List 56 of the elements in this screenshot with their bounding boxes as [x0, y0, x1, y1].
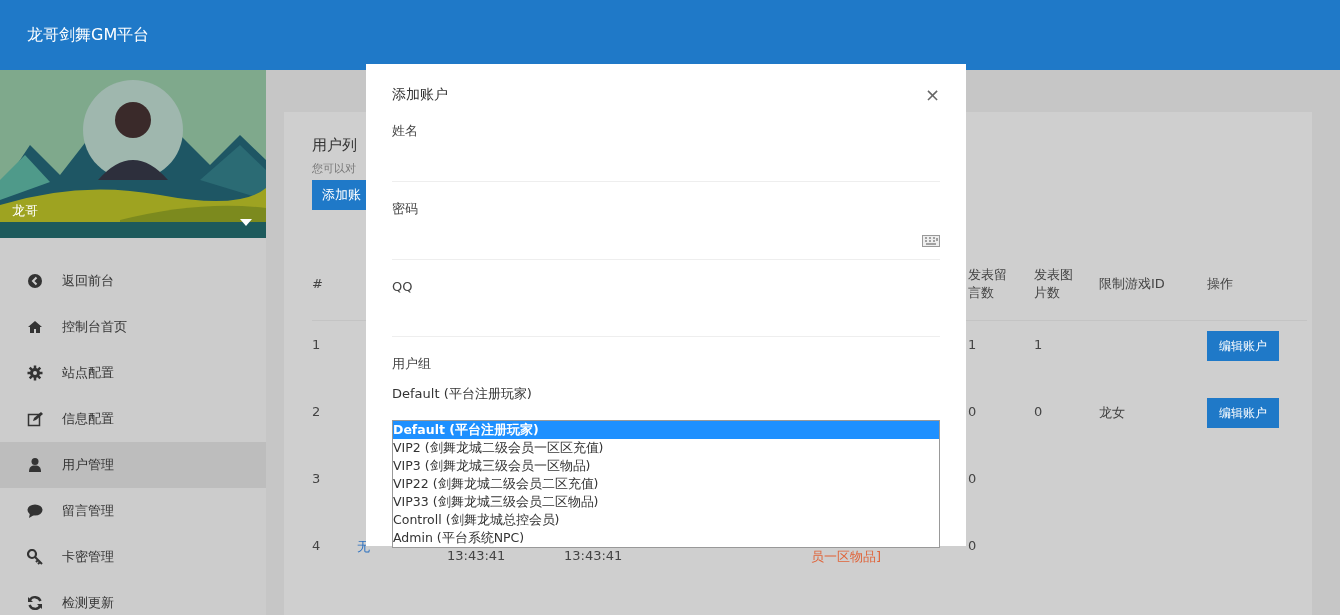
panel-title: 用户列 — [312, 136, 358, 155]
sidebar-item[interactable]: 卡密管理 — [0, 534, 266, 580]
table-cell: 1 — [968, 337, 977, 352]
table-cell: 4 — [312, 538, 321, 553]
user-name: 龙哥 — [12, 202, 38, 220]
keyboard-icon[interactable] — [922, 234, 940, 247]
table-cell: 0 — [968, 538, 977, 553]
app-title: 龙哥剑舞GM平台 — [27, 24, 150, 46]
dropdown-option[interactable]: VIP33 (剑舞龙城三级会员二区物品) — [393, 493, 939, 511]
close-button[interactable]: × — [924, 86, 940, 104]
table-cell: 0 — [968, 404, 977, 419]
table-cell: 0 — [968, 471, 977, 486]
field-label: QQ — [392, 279, 413, 294]
dropdown-option[interactable]: VIP22 (剑舞龙城二级会员二区充值) — [393, 475, 939, 493]
edit-icon — [27, 411, 43, 427]
column-header: # — [312, 275, 324, 293]
table-cell: 1 — [312, 337, 321, 352]
edit-account-button[interactable]: 编辑账户 — [1207, 331, 1279, 361]
dropdown-option[interactable]: VIP3 (剑舞龙城三级会员一区物品) — [393, 457, 939, 475]
sidebar-item[interactable]: 控制台首页 — [0, 304, 266, 350]
table-cell: 1 — [1034, 337, 1043, 352]
dropdown-option[interactable]: VIP2 (剑舞龙城二级会员一区区充值) — [393, 439, 939, 457]
home-icon — [27, 319, 43, 335]
sidebar-item[interactable]: 站点配置 — [0, 350, 266, 396]
edit-account-button[interactable]: 编辑账户 — [1207, 398, 1279, 428]
sidebar-item[interactable]: 返回前台 — [0, 258, 266, 304]
sidebar-item[interactable]: 用户管理 — [0, 442, 266, 488]
user-icon — [27, 457, 43, 473]
table-cell: 0 — [1034, 404, 1043, 419]
field-label: 密码 — [392, 201, 418, 216]
column-header: 发表图片数 — [1034, 266, 1074, 302]
speech-bubble-icon — [27, 503, 43, 519]
dialog-title: 添加账户 — [392, 86, 448, 104]
field-label: 姓名 — [392, 123, 418, 138]
settings-icon — [27, 365, 43, 381]
table-cell: 龙女 — [1099, 405, 1125, 420]
table-cell-text: 13:43:41 — [447, 548, 507, 563]
table-cell: 3 — [312, 471, 321, 486]
add-account-button[interactable]: 添加账 — [312, 180, 366, 210]
sidebar-item[interactable]: 检测更新 — [0, 580, 266, 615]
group-select[interactable]: Default (平台注册玩家) — [392, 385, 940, 403]
table-cell-text: 13:43:41 — [564, 548, 624, 563]
refresh-icon — [27, 595, 43, 611]
key-icon — [27, 549, 43, 565]
dropdown-option[interactable]: Admin (平台系统NPC) — [393, 529, 939, 547]
caret-icon[interactable] — [240, 219, 252, 226]
panel-subtitle: 您可以对 — [312, 161, 357, 176]
column-header: 操作 — [1207, 275, 1233, 293]
field-label: 用户组 — [392, 355, 432, 373]
user-group-text: 员一区物品] — [811, 548, 883, 566]
sidebar-item[interactable]: 信息配置 — [0, 396, 266, 442]
column-header: 发表留言数 — [968, 266, 1008, 302]
dropdown-option[interactable]: Controll (剑舞龙城总控会员) — [393, 511, 939, 529]
sidebar-item[interactable]: 留言管理 — [0, 488, 266, 534]
table-cell: 2 — [312, 404, 321, 419]
column-header: 限制游戏ID — [1099, 275, 1165, 293]
